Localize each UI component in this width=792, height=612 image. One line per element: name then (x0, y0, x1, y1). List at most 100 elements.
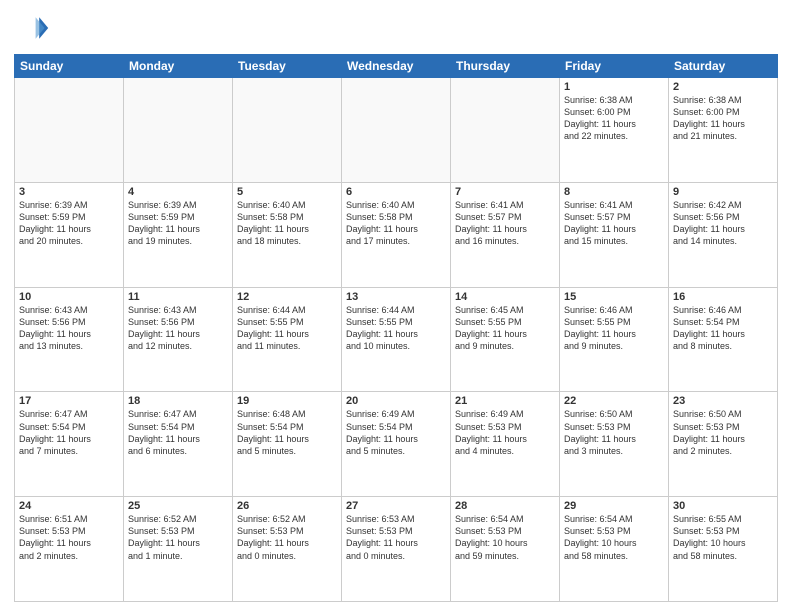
day-info: Sunrise: 6:50 AM Sunset: 5:53 PM Dayligh… (673, 408, 773, 457)
day-info: Sunrise: 6:40 AM Sunset: 5:58 PM Dayligh… (237, 199, 337, 248)
day-info: Sunrise: 6:46 AM Sunset: 5:55 PM Dayligh… (564, 304, 664, 353)
day-cell: 28Sunrise: 6:54 AM Sunset: 5:53 PM Dayli… (451, 497, 560, 602)
day-cell: 23Sunrise: 6:50 AM Sunset: 5:53 PM Dayli… (669, 392, 778, 497)
day-cell: 1Sunrise: 6:38 AM Sunset: 6:00 PM Daylig… (560, 78, 669, 183)
col-header-sunday: Sunday (15, 55, 124, 78)
col-header-saturday: Saturday (669, 55, 778, 78)
day-cell: 12Sunrise: 6:44 AM Sunset: 5:55 PM Dayli… (233, 287, 342, 392)
week-row-4: 24Sunrise: 6:51 AM Sunset: 5:53 PM Dayli… (15, 497, 778, 602)
day-cell: 29Sunrise: 6:54 AM Sunset: 5:53 PM Dayli… (560, 497, 669, 602)
day-info: Sunrise: 6:50 AM Sunset: 5:53 PM Dayligh… (564, 408, 664, 457)
col-header-tuesday: Tuesday (233, 55, 342, 78)
day-cell: 4Sunrise: 6:39 AM Sunset: 5:59 PM Daylig… (124, 182, 233, 287)
day-number: 10 (19, 291, 119, 303)
day-number: 23 (673, 395, 773, 407)
day-cell: 10Sunrise: 6:43 AM Sunset: 5:56 PM Dayli… (15, 287, 124, 392)
day-info: Sunrise: 6:43 AM Sunset: 5:56 PM Dayligh… (19, 304, 119, 353)
logo (14, 10, 54, 46)
day-info: Sunrise: 6:51 AM Sunset: 5:53 PM Dayligh… (19, 513, 119, 562)
week-row-1: 3Sunrise: 6:39 AM Sunset: 5:59 PM Daylig… (15, 182, 778, 287)
day-number: 25 (128, 500, 228, 512)
day-info: Sunrise: 6:54 AM Sunset: 5:53 PM Dayligh… (564, 513, 664, 562)
day-number: 9 (673, 186, 773, 198)
day-cell: 11Sunrise: 6:43 AM Sunset: 5:56 PM Dayli… (124, 287, 233, 392)
week-row-3: 17Sunrise: 6:47 AM Sunset: 5:54 PM Dayli… (15, 392, 778, 497)
day-info: Sunrise: 6:46 AM Sunset: 5:54 PM Dayligh… (673, 304, 773, 353)
day-cell: 3Sunrise: 6:39 AM Sunset: 5:59 PM Daylig… (15, 182, 124, 287)
day-number: 15 (564, 291, 664, 303)
day-number: 26 (237, 500, 337, 512)
day-number: 1 (564, 81, 664, 93)
day-info: Sunrise: 6:39 AM Sunset: 5:59 PM Dayligh… (19, 199, 119, 248)
day-number: 6 (346, 186, 446, 198)
day-number: 27 (346, 500, 446, 512)
day-number: 24 (19, 500, 119, 512)
day-cell: 5Sunrise: 6:40 AM Sunset: 5:58 PM Daylig… (233, 182, 342, 287)
day-number: 16 (673, 291, 773, 303)
day-number: 19 (237, 395, 337, 407)
day-cell: 2Sunrise: 6:38 AM Sunset: 6:00 PM Daylig… (669, 78, 778, 183)
day-info: Sunrise: 6:38 AM Sunset: 6:00 PM Dayligh… (673, 94, 773, 143)
day-info: Sunrise: 6:49 AM Sunset: 5:54 PM Dayligh… (346, 408, 446, 457)
day-cell (124, 78, 233, 183)
day-number: 12 (237, 291, 337, 303)
day-cell: 16Sunrise: 6:46 AM Sunset: 5:54 PM Dayli… (669, 287, 778, 392)
day-cell: 9Sunrise: 6:42 AM Sunset: 5:56 PM Daylig… (669, 182, 778, 287)
calendar-table: SundayMondayTuesdayWednesdayThursdayFrid… (14, 54, 778, 602)
col-header-monday: Monday (124, 55, 233, 78)
day-number: 21 (455, 395, 555, 407)
col-header-thursday: Thursday (451, 55, 560, 78)
week-row-2: 10Sunrise: 6:43 AM Sunset: 5:56 PM Dayli… (15, 287, 778, 392)
day-info: Sunrise: 6:40 AM Sunset: 5:58 PM Dayligh… (346, 199, 446, 248)
week-row-0: 1Sunrise: 6:38 AM Sunset: 6:00 PM Daylig… (15, 78, 778, 183)
col-header-friday: Friday (560, 55, 669, 78)
day-cell: 24Sunrise: 6:51 AM Sunset: 5:53 PM Dayli… (15, 497, 124, 602)
day-cell: 21Sunrise: 6:49 AM Sunset: 5:53 PM Dayli… (451, 392, 560, 497)
day-number: 20 (346, 395, 446, 407)
day-info: Sunrise: 6:42 AM Sunset: 5:56 PM Dayligh… (673, 199, 773, 248)
day-cell: 22Sunrise: 6:50 AM Sunset: 5:53 PM Dayli… (560, 392, 669, 497)
page: SundayMondayTuesdayWednesdayThursdayFrid… (0, 0, 792, 612)
day-info: Sunrise: 6:47 AM Sunset: 5:54 PM Dayligh… (128, 408, 228, 457)
day-cell (451, 78, 560, 183)
day-cell: 6Sunrise: 6:40 AM Sunset: 5:58 PM Daylig… (342, 182, 451, 287)
day-cell (342, 78, 451, 183)
day-info: Sunrise: 6:49 AM Sunset: 5:53 PM Dayligh… (455, 408, 555, 457)
day-info: Sunrise: 6:54 AM Sunset: 5:53 PM Dayligh… (455, 513, 555, 562)
day-cell: 14Sunrise: 6:45 AM Sunset: 5:55 PM Dayli… (451, 287, 560, 392)
day-number: 3 (19, 186, 119, 198)
day-info: Sunrise: 6:43 AM Sunset: 5:56 PM Dayligh… (128, 304, 228, 353)
day-info: Sunrise: 6:55 AM Sunset: 5:53 PM Dayligh… (673, 513, 773, 562)
day-number: 18 (128, 395, 228, 407)
day-info: Sunrise: 6:45 AM Sunset: 5:55 PM Dayligh… (455, 304, 555, 353)
day-number: 8 (564, 186, 664, 198)
day-number: 7 (455, 186, 555, 198)
day-number: 11 (128, 291, 228, 303)
day-number: 30 (673, 500, 773, 512)
day-cell (233, 78, 342, 183)
day-cell: 30Sunrise: 6:55 AM Sunset: 5:53 PM Dayli… (669, 497, 778, 602)
day-cell: 25Sunrise: 6:52 AM Sunset: 5:53 PM Dayli… (124, 497, 233, 602)
col-header-wednesday: Wednesday (342, 55, 451, 78)
day-info: Sunrise: 6:48 AM Sunset: 5:54 PM Dayligh… (237, 408, 337, 457)
header-row: SundayMondayTuesdayWednesdayThursdayFrid… (15, 55, 778, 78)
day-info: Sunrise: 6:52 AM Sunset: 5:53 PM Dayligh… (237, 513, 337, 562)
day-number: 2 (673, 81, 773, 93)
day-info: Sunrise: 6:41 AM Sunset: 5:57 PM Dayligh… (564, 199, 664, 248)
day-cell (15, 78, 124, 183)
day-number: 22 (564, 395, 664, 407)
header (14, 10, 778, 46)
day-number: 17 (19, 395, 119, 407)
day-cell: 7Sunrise: 6:41 AM Sunset: 5:57 PM Daylig… (451, 182, 560, 287)
day-number: 5 (237, 186, 337, 198)
day-info: Sunrise: 6:41 AM Sunset: 5:57 PM Dayligh… (455, 199, 555, 248)
logo-icon (14, 10, 50, 46)
day-cell: 15Sunrise: 6:46 AM Sunset: 5:55 PM Dayli… (560, 287, 669, 392)
day-cell: 18Sunrise: 6:47 AM Sunset: 5:54 PM Dayli… (124, 392, 233, 497)
day-cell: 8Sunrise: 6:41 AM Sunset: 5:57 PM Daylig… (560, 182, 669, 287)
day-info: Sunrise: 6:52 AM Sunset: 5:53 PM Dayligh… (128, 513, 228, 562)
day-cell: 20Sunrise: 6:49 AM Sunset: 5:54 PM Dayli… (342, 392, 451, 497)
day-info: Sunrise: 6:38 AM Sunset: 6:00 PM Dayligh… (564, 94, 664, 143)
day-info: Sunrise: 6:47 AM Sunset: 5:54 PM Dayligh… (19, 408, 119, 457)
day-info: Sunrise: 6:44 AM Sunset: 5:55 PM Dayligh… (237, 304, 337, 353)
